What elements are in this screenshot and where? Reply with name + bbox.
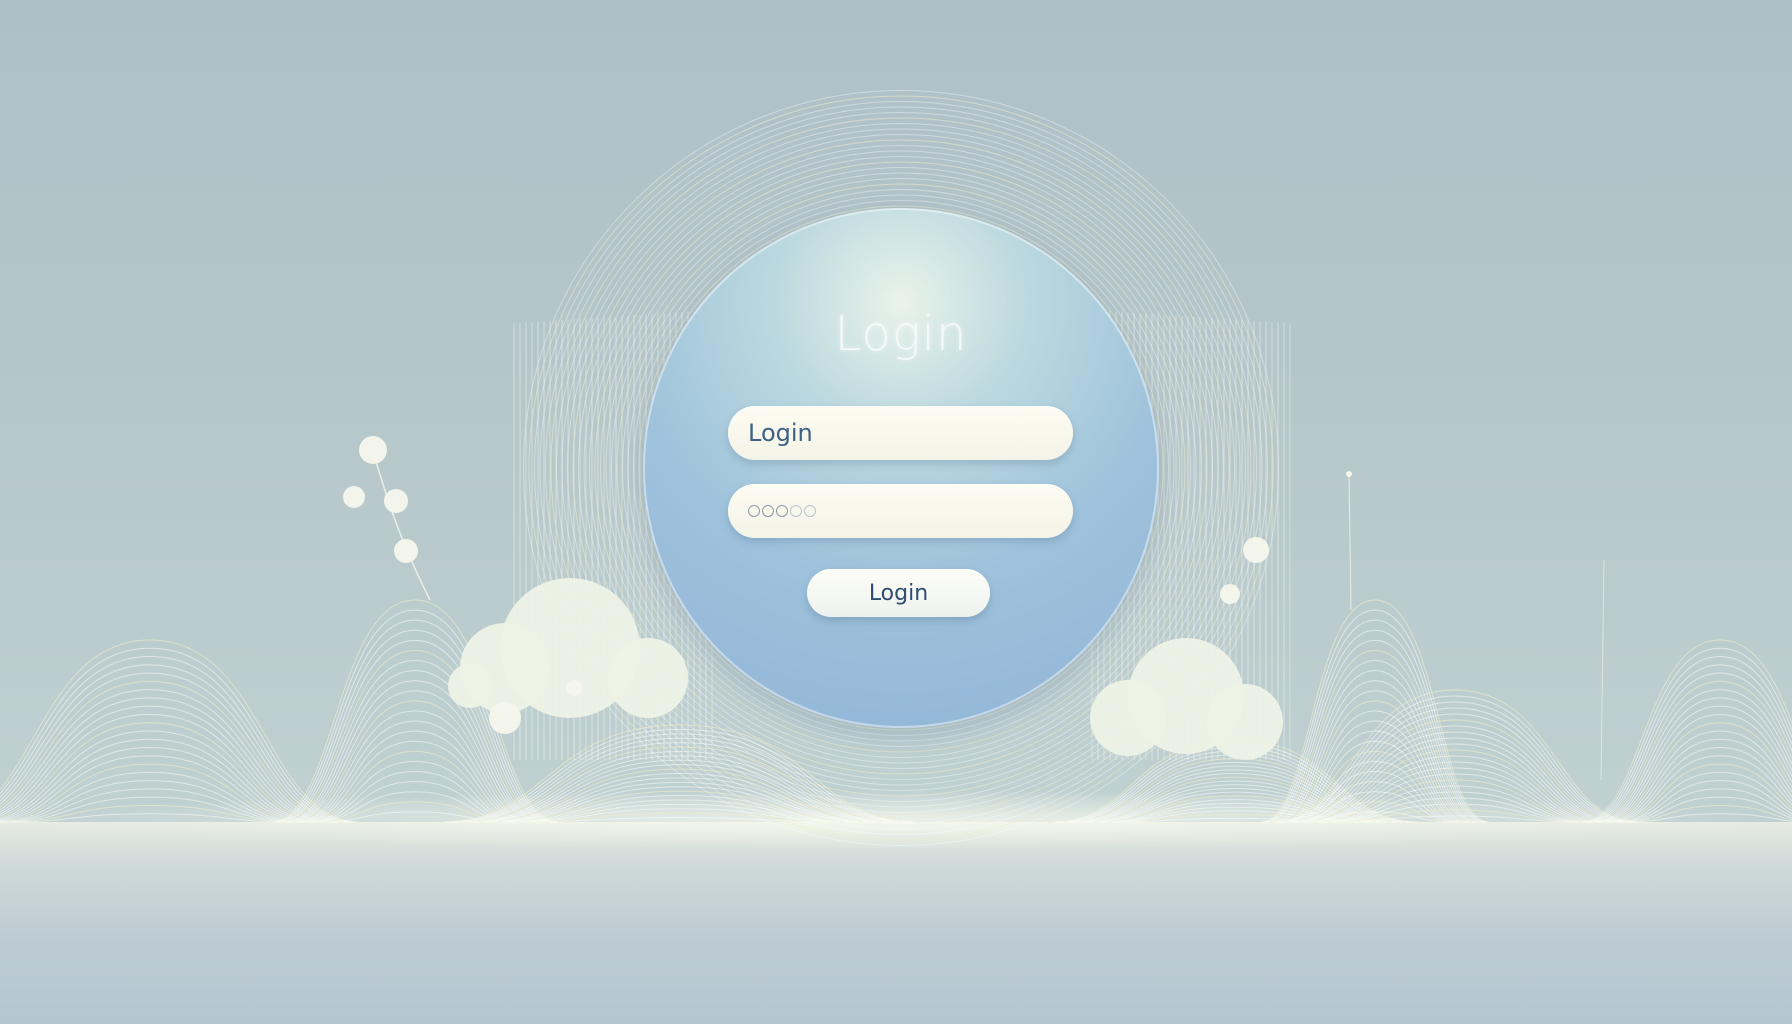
pearl-icon: [1346, 471, 1352, 477]
login-scene: Login Login Login: [0, 0, 1792, 1024]
password-dot: [762, 505, 774, 517]
password-dot: [748, 505, 760, 517]
hill-line: [0, 639, 361, 823]
pearl-icon: [343, 486, 365, 508]
cloud-puff: [448, 664, 492, 708]
hill-line: [1595, 697, 1792, 823]
pearl-icon: [489, 702, 521, 734]
login-button[interactable]: Login: [807, 569, 990, 617]
pearl-icon: [394, 539, 418, 563]
hill-line: [1582, 647, 1792, 823]
cloud-puff: [1207, 684, 1283, 760]
login-card: Login Login Login: [643, 208, 1159, 728]
cloud-puff: [1090, 680, 1166, 756]
pearl-icon: [359, 436, 387, 464]
hill-line: [1591, 680, 1792, 823]
username-value: Login: [748, 419, 813, 447]
pearl-icon: [1243, 537, 1269, 563]
hill-line: [0, 672, 347, 823]
hill-line: [0, 656, 354, 823]
login-title: Login: [834, 306, 968, 362]
sprig-stem: [372, 451, 431, 601]
hill-line: [1593, 689, 1792, 823]
password-dot: [776, 505, 788, 517]
hill-line: [1613, 763, 1792, 823]
username-field[interactable]: Login: [728, 406, 1073, 460]
pearl-icon: [1220, 584, 1240, 604]
password-dot: [790, 505, 802, 517]
sprig-stem: [1600, 559, 1605, 781]
password-mask: [748, 505, 816, 517]
sprig-stem: [1348, 474, 1352, 611]
pearl-icon: [384, 489, 408, 513]
cloud-puff: [608, 638, 688, 718]
pearl-icon: [566, 680, 582, 696]
password-dot: [804, 505, 816, 517]
password-field[interactable]: [728, 484, 1073, 538]
